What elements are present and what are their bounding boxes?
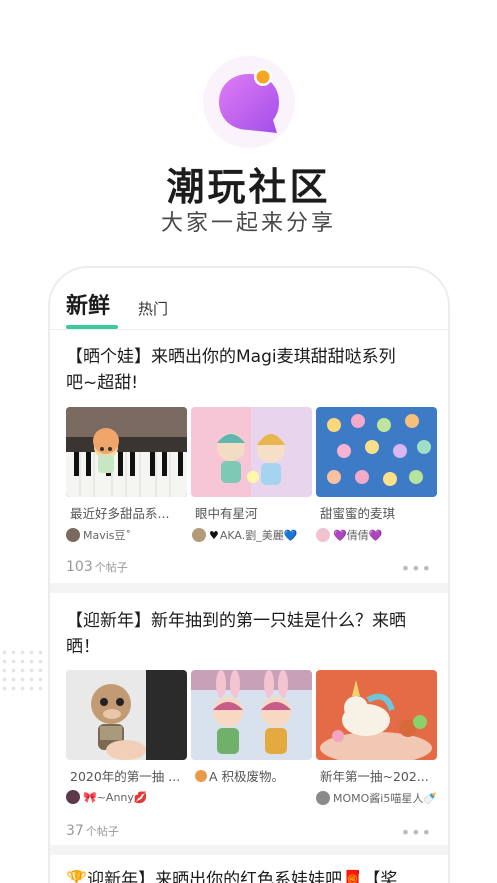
tab-active-indicator	[66, 325, 118, 329]
post-user[interactable]: 💜倩倩💜	[316, 527, 382, 543]
two-dolls-photo	[191, 407, 312, 497]
avatar	[316, 528, 330, 542]
post-count-unit: 个帖子	[94, 561, 128, 574]
post-image[interactable]	[191, 670, 312, 760]
decorative-dot-grid	[0, 648, 44, 696]
post-image[interactable]	[66, 670, 187, 760]
app-logo	[203, 56, 295, 148]
avatar	[316, 791, 330, 805]
more-options-icon[interactable]: •••	[401, 823, 432, 842]
post-title: 🏆迎新年】来晒出你的红色系娃娃吧🧧【奖	[66, 870, 398, 883]
tab-new[interactable]: 新鲜	[66, 288, 110, 320]
card-divider	[50, 845, 448, 855]
post-count-unit: 个帖子	[85, 825, 119, 838]
tab-hot[interactable]: 热门	[138, 298, 168, 319]
post-image-caption: 眼中有星河	[195, 506, 258, 521]
avatar	[66, 790, 80, 804]
app-subtitle: 大家一起来分享	[160, 211, 336, 236]
avatar	[192, 528, 206, 542]
app-title: 潮玩社区	[166, 165, 331, 209]
post-card[interactable]: 【晒个娃】来晒出你的Magi麦琪甜甜哒系列 吧~超甜! 最近好多甜品系... 眼…	[50, 331, 448, 583]
post-user[interactable]: MOMO酱i5喵星人🍼	[316, 790, 437, 806]
post-title: 【晒个娃】来晒出你的Magi麦琪甜甜哒系列 吧~超甜!	[66, 344, 436, 396]
avatar	[66, 528, 80, 542]
post-card[interactable]: 【迎新年】新年抽到的第一只娃是什么？来晒 晒！ 2020年的第一抽 ... A …	[50, 593, 448, 845]
tab-bar: 新鲜 热门	[50, 268, 448, 330]
more-options-icon[interactable]: •••	[401, 559, 432, 578]
avatar	[195, 770, 207, 782]
piano-doll-photo	[66, 407, 187, 497]
post-user[interactable]: ♥ AKA.劉_美麗💙	[192, 527, 297, 543]
post-title-line: 【晒个娃】来晒出你的Magi麦琪甜甜哒系列	[66, 347, 396, 367]
post-count: 103 个帖子	[66, 559, 128, 575]
post-user[interactable]: 🎀~Anny💋	[66, 790, 148, 804]
username: 💜倩倩💜	[333, 529, 383, 542]
post-count-value: 103	[66, 559, 93, 575]
chat-bubble-logo-icon	[219, 68, 279, 133]
post-title-line: 晒！	[66, 637, 100, 657]
bunny-dolls-photo	[191, 670, 312, 760]
username: AKA.劉_美麗💙	[219, 529, 298, 542]
post-title: 【迎新年】新年抽到的第一只娃是什么？来晒 晒！	[66, 608, 436, 660]
post-title-line: 【迎新年】新年抽到的第一只娃是什么？来晒	[66, 611, 406, 631]
post-image-caption: 2020年的第一抽 ...	[70, 769, 181, 784]
post-image-caption: 甜蜜蜜的麦琪	[320, 506, 396, 521]
post-image[interactable]	[66, 407, 187, 497]
unicorn-doll-photo	[316, 670, 437, 760]
post-image-caption: A 积极废物。	[191, 766, 312, 785]
post-card[interactable]: 🏆迎新年】来晒出你的红色系娃娃吧🧧【奖	[50, 855, 448, 883]
many-dolls-photo	[316, 407, 437, 497]
username: 🎀~Anny💋	[83, 790, 148, 804]
card-divider	[50, 583, 448, 593]
post-image[interactable]	[191, 407, 312, 497]
post-image-caption: 最近好多甜品系...	[70, 506, 170, 521]
post-image[interactable]	[316, 407, 437, 497]
monkey-doll-photo	[66, 670, 187, 760]
username: Mavis豆˚	[83, 529, 132, 542]
post-title-line: 吧~超甜!	[66, 373, 139, 393]
post-image[interactable]	[316, 670, 437, 760]
post-user[interactable]: Mavis豆˚	[66, 527, 131, 543]
username: MOMO酱i5喵星人🍼	[333, 792, 438, 805]
post-count: 37 个帖子	[66, 823, 119, 839]
post-image-caption: 新年第一抽~202...	[320, 769, 429, 784]
phone-frame: 新鲜 热门 【晒个娃】来晒出你的Magi麦琪甜甜哒系列 吧~超甜! 最近好多甜品…	[48, 266, 450, 883]
post-count-value: 37	[66, 823, 84, 839]
black-heart-icon: ♥	[209, 528, 219, 542]
caption-text: A 积极废物。	[209, 769, 285, 784]
